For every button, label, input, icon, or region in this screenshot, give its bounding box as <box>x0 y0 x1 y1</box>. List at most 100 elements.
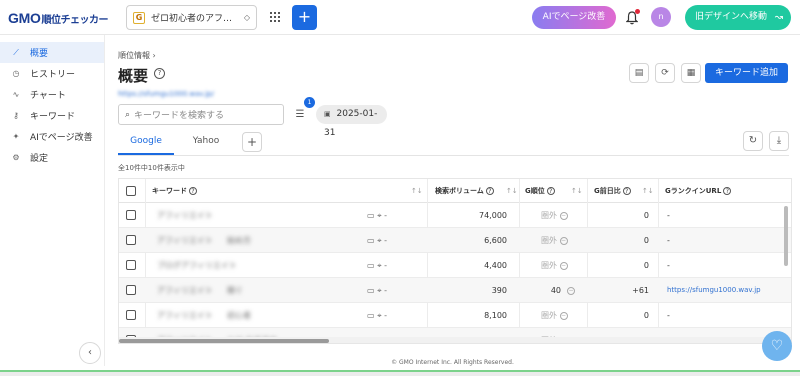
key-icon: ⚷ <box>13 111 19 120</box>
help-icon[interactable]: ? <box>154 68 165 79</box>
help-bulb-button[interactable]: ♡ <box>762 331 792 361</box>
table-row[interactable]: アフィリエイト 始め方 ▭ ⌖ - 6,600 圏外 − 0 - <box>119 228 791 253</box>
dash: - <box>384 236 388 245</box>
comment-icon: ▤ <box>634 68 644 78</box>
ai-page-improve-button[interactable]: AIでページ改善 <box>532 6 616 29</box>
keyword-note: 稼ぐ <box>227 286 243 295</box>
col-url[interactable]: GランクインURL? <box>665 179 732 203</box>
row-checkbox[interactable] <box>126 310 136 320</box>
col-rank[interactable]: G順位? <box>525 179 555 203</box>
table-header: キーワード? ↑↓ 検索ボリューム? ↑↓ G順位? ↑↓ G前日比? ↑↓ G… <box>119 179 791 203</box>
col-volume-label: 検索ボリューム <box>435 187 484 195</box>
print-button[interactable]: ▦ <box>681 63 701 83</box>
table-row[interactable]: ブログアフィリエイト ▭ ⌖ - 4,400 圏外 − 0 - <box>119 253 791 278</box>
table-row[interactable]: アフィリエイト ▭ ⌖ - 74,000 圏外 − 0 - <box>119 203 791 228</box>
device-location-icons[interactable]: ▭ ⌖ - <box>367 303 387 328</box>
logo-text: GMO <box>8 10 41 26</box>
sidebar-item-history[interactable]: ◷ ヒストリー <box>0 63 104 84</box>
row-checkbox[interactable] <box>126 285 136 295</box>
row-checkbox[interactable] <box>126 260 136 270</box>
col-volume[interactable]: 検索ボリューム? <box>435 179 494 203</box>
apps-grid-icon[interactable] <box>270 12 280 22</box>
scroll-thumb[interactable] <box>784 206 788 266</box>
horizontal-scrollbar[interactable] <box>119 337 791 343</box>
help-icon[interactable]: ? <box>546 187 555 195</box>
volume-value: 4,400 <box>484 261 507 270</box>
rank-value: 圏外 − <box>541 228 568 253</box>
tab-yahoo[interactable]: Yahoo <box>178 131 234 155</box>
keyword-text[interactable]: アフィリエイト <box>157 203 213 228</box>
tab-google[interactable]: Google <box>118 131 174 155</box>
collapse-sidebar-button[interactable]: ‹ <box>79 342 101 364</box>
reload-icon: ↻ <box>748 135 758 146</box>
sidebar-item-settings[interactable]: ⚙ 設定 <box>0 147 104 168</box>
sidebar-item-label: 設定 <box>30 154 49 164</box>
keyword-text[interactable]: アフィリエイト <box>157 303 213 328</box>
table-body: アフィリエイト ▭ ⌖ - 74,000 圏外 − 0 - アフィリエイト 始め… <box>119 203 791 343</box>
sidebar-item-label: AIでページ改善 <box>30 133 93 143</box>
rank-url-link[interactable]: https://sfumgu1000.wav.jp <box>667 278 761 303</box>
add-tab-button[interactable]: + <box>242 132 262 152</box>
sync-icon: ⟳ <box>661 68 669 78</box>
top-bar: GMO順位チェッカー G ゼロ初心者のアフ… ◇ + AIでページ改善 n 旧デ… <box>0 0 800 35</box>
device-location-icons[interactable]: ▭ ⌖ - <box>367 253 387 278</box>
rank-url: https://sfumgu1000.wav.jp <box>667 286 761 294</box>
refresh-rank-button[interactable]: ⟳ <box>655 63 675 83</box>
page-title: 概要 <box>118 67 149 85</box>
reload-button[interactable]: ↻ <box>743 131 763 151</box>
comment-button[interactable]: ▤ <box>629 63 649 83</box>
sort-icon[interactable]: ↑↓ <box>571 179 583 203</box>
diff-value: 0 <box>643 311 649 320</box>
scroll-thumb[interactable] <box>119 339 329 343</box>
help-icon[interactable]: ? <box>485 187 494 195</box>
device-location-icons[interactable]: ▭ ⌖ - <box>367 203 387 228</box>
row-checkbox[interactable] <box>126 235 136 245</box>
dash: - <box>384 311 388 320</box>
help-icon[interactable]: ? <box>189 187 197 195</box>
gear-icon: ⚙ <box>12 153 20 162</box>
sidebar-item-keywords[interactable]: ⚷ キーワード <box>0 105 104 126</box>
main-content: 順位情報 › 概要 ? ▤ ⟳ ▦ キーワード追加 https://sfumgu… <box>105 35 800 366</box>
date-picker[interactable]: ▣ 2025-01-31 <box>316 105 387 138</box>
sidebar-item-label: チャート <box>30 91 66 101</box>
col-diff[interactable]: G前日比? <box>594 179 631 203</box>
sidebar-item-ai-improve[interactable]: ✦ AIでページ改善 <box>0 126 104 147</box>
add-button[interactable]: + <box>292 5 317 30</box>
keyword-text[interactable]: ブログアフィリエイト <box>157 253 237 278</box>
notification-bell-icon[interactable] <box>625 9 640 25</box>
history-icon: ◷ <box>12 69 20 78</box>
volume-value: 6,600 <box>484 236 507 245</box>
table-row[interactable]: アフィリエイト 初心者 ▭ ⌖ - 8,100 圏外 − 0 - <box>119 303 791 328</box>
download-button[interactable]: ⤓ <box>769 131 789 151</box>
add-keyword-button[interactable]: キーワード追加 <box>705 63 788 83</box>
help-icon[interactable]: ? <box>723 187 732 195</box>
logo[interactable]: GMO順位チェッカー <box>8 10 109 26</box>
sort-icon[interactable]: ↑↓ <box>411 179 423 203</box>
sort-icon[interactable]: ↑↓ <box>642 179 654 203</box>
vertical-scrollbar[interactable] <box>783 204 789 334</box>
old-design-button[interactable]: 旧デザインへ移動 ↝ <box>685 5 791 30</box>
site-selector[interactable]: G ゼロ初心者のアフ… ◇ <box>126 5 257 30</box>
keyword-search-input[interactable]: ⌕ キーワードを検索する <box>118 104 284 125</box>
rank-text: 圏外 <box>541 261 557 270</box>
sidebar-item-overview[interactable]: ⟋ 概要 <box>0 42 104 63</box>
sidebar-item-label: 概要 <box>30 49 49 59</box>
breadcrumb[interactable]: 順位情報 › <box>118 50 156 61</box>
col-keyword[interactable]: キーワード? <box>152 179 197 203</box>
keyword-text[interactable]: アフィリエイト <box>157 228 213 253</box>
device-location-icons[interactable]: ▭ ⌖ - <box>367 278 387 303</box>
select-all-checkbox[interactable] <box>126 186 136 196</box>
filter-button[interactable]: ☰ <box>291 106 309 124</box>
site-url[interactable]: https://sfumgu1000.wav.jp/ <box>118 90 214 98</box>
avatar[interactable]: n <box>651 7 671 27</box>
help-icon[interactable]: ? <box>622 187 631 195</box>
keyword-text[interactable]: アフィリエイト <box>157 278 213 303</box>
date-value: 2025-01-31 <box>324 109 378 138</box>
minus-circle-icon: − <box>567 286 575 295</box>
device-location-icons[interactable]: ▭ ⌖ - <box>367 228 387 253</box>
sidebar-item-chart[interactable]: ∿ チャート <box>0 84 104 105</box>
row-checkbox[interactable] <box>126 210 136 220</box>
table-row[interactable]: アフィリエイト 稼ぐ ▭ ⌖ - 390 40 − +61 https://sf… <box>119 278 791 303</box>
minus-circle-icon: − <box>559 261 568 270</box>
sort-icon[interactable]: ↑↓ <box>506 179 518 203</box>
